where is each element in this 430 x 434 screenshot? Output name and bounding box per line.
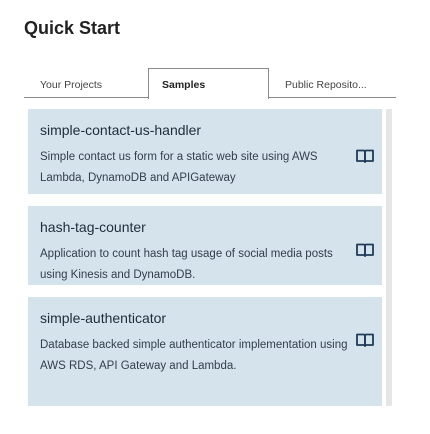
tab-bar: Your Projects Samples Public Reposito... (24, 68, 396, 99)
book-icon[interactable] (356, 149, 374, 163)
sample-description: Simple contact us form for a static web … (40, 151, 318, 184)
book-icon[interactable] (356, 333, 374, 347)
tab-samples[interactable]: Samples (148, 68, 269, 99)
tab-your-projects[interactable]: Your Projects (24, 68, 148, 97)
page-title: Quick Start (24, 18, 121, 38)
sample-description: Database backed simple authenticator imp… (40, 339, 348, 372)
sample-card-hash-tag-counter[interactable]: hash-tag-counter Application to count ha… (28, 206, 382, 285)
sample-card-simple-contact-us-handler[interactable]: simple-contact-us-handler Simple contact… (28, 109, 382, 194)
scrollbar[interactable] (386, 109, 392, 406)
sample-name: hash-tag-counter (40, 219, 146, 235)
quick-start-panel: Quick Start Your Projects Samples Public… (0, 0, 430, 434)
sample-description: Application to count hash tag usage of s… (40, 248, 333, 281)
tab-public-repositories[interactable]: Public Reposito... (269, 68, 396, 97)
book-icon[interactable] (356, 243, 374, 257)
sample-name: simple-contact-us-handler (40, 122, 202, 138)
sample-name: simple-authenticator (40, 310, 167, 326)
samples-list: simple-contact-us-handler Simple contact… (28, 109, 382, 406)
sample-card-simple-authenticator[interactable]: simple-authenticator Database backed sim… (28, 297, 382, 406)
